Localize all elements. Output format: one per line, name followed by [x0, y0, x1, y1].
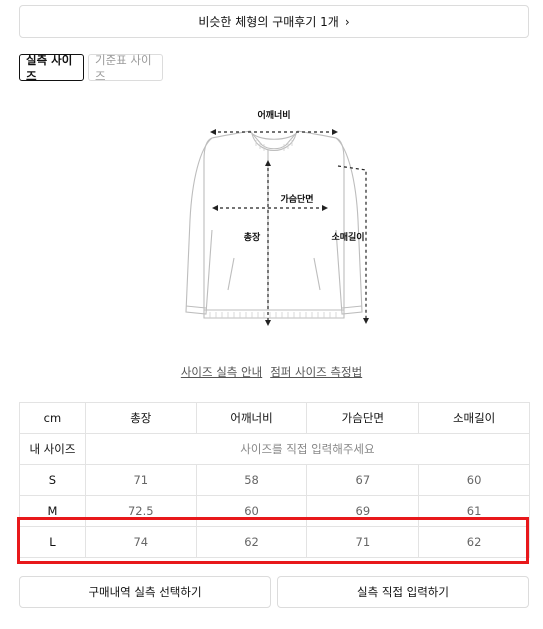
size-measure-guide-link[interactable]: 사이즈 실측 안내 [181, 364, 262, 380]
header-total-length: 총장 [84, 402, 197, 434]
shoulder-width-label: 어깨너비 [257, 109, 290, 121]
table-row-m: M 72.5 60 69 61 [19, 495, 530, 527]
cell-sleeve-length: 61 [418, 495, 530, 527]
size-tabs: 실측 사이즈 기준표 사이즈 [19, 53, 163, 83]
chest-width-label: 가슴단면 [280, 193, 313, 205]
cell-sleeve-length: 60 [418, 464, 530, 496]
size-table: cm 총장 어깨너비 가슴단면 소매길이 내 사이즈 사이즈를 직접 입력해주세… [19, 402, 531, 558]
header-chest-width: 가슴단면 [306, 402, 420, 434]
cell-sleeve-length: 62 [418, 526, 530, 558]
my-size-row: 내 사이즈 사이즈를 직접 입력해주세요 [19, 433, 531, 465]
size-label: M [19, 495, 86, 527]
header-unit: cm [19, 402, 86, 434]
table-row-l: L 74 62 71 62 [19, 526, 530, 558]
similar-body-reviews-label: 비슷한 체형의 구매후기 1개 [198, 15, 339, 29]
header-shoulder-width: 어깨너비 [195, 402, 308, 434]
jacket-illustration: 어깨너비 가슴단면 총장 소매길이 [185, 109, 369, 326]
jumper-measure-method-link[interactable]: 점퍼 사이즈 측정법 [270, 364, 362, 380]
cell-total-length: 72.5 [84, 495, 197, 527]
tab-measured-size[interactable]: 실측 사이즈 [19, 53, 84, 83]
chevron-right-icon: › [344, 14, 350, 29]
guide-links: 사이즈 실측 안내 점퍼 사이즈 측정법 [0, 364, 543, 380]
cell-shoulder-width: 62 [195, 526, 308, 558]
size-label: S [19, 464, 86, 496]
total-length-label: 총장 [244, 231, 261, 243]
cell-shoulder-width: 58 [195, 464, 308, 496]
sleeve-length-label: 소매길이 [331, 231, 364, 243]
select-from-purchase-history-button[interactable]: 구매내역 실측 선택하기 [19, 576, 271, 608]
similar-body-reviews-button[interactable]: 비슷한 체형의 구매후기 1개 › [19, 5, 529, 38]
cell-total-length: 74 [84, 526, 197, 558]
size-label: L [19, 526, 86, 558]
cell-total-length: 71 [84, 464, 197, 496]
cell-chest-width: 71 [306, 526, 420, 558]
table-header-row: cm 총장 어깨너비 가슴단면 소매길이 [19, 402, 530, 434]
cell-chest-width: 67 [306, 464, 420, 496]
my-size-label: 내 사이즈 [19, 433, 86, 465]
manual-measurement-input-button[interactable]: 실측 직접 입력하기 [277, 576, 529, 608]
table-row-s: S 71 58 67 60 [19, 464, 530, 496]
tab-standard-size[interactable]: 기준표 사이즈 [88, 53, 163, 83]
header-sleeve-length: 소매길이 [418, 402, 530, 434]
cell-shoulder-width: 60 [195, 495, 308, 527]
jacket-measurement-diagram: 어깨너비 가슴단면 총장 소매길이 [160, 100, 390, 340]
my-size-input[interactable]: 사이즈를 직접 입력해주세요 [84, 433, 531, 465]
cell-chest-width: 69 [306, 495, 420, 527]
